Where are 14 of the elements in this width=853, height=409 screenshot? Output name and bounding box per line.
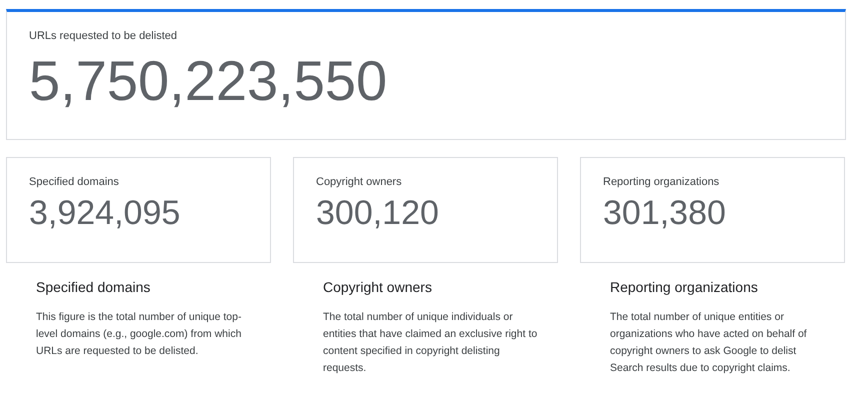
card-label: URLs requested to be delisted bbox=[29, 30, 177, 42]
card-label: Specified domains bbox=[29, 176, 119, 188]
section-title: Copyright owners bbox=[323, 279, 432, 295]
section-title: Specified domains bbox=[36, 279, 150, 295]
section-title: Reporting organizations bbox=[610, 279, 758, 295]
total-value: 5,750,223,550 bbox=[29, 50, 388, 112]
stat-value: 3,924,095 bbox=[29, 194, 180, 233]
stat-value: 301,380 bbox=[603, 194, 726, 233]
description: The total number of unique individuals or entities that have claimed an exclusive right to content specified in copyright delisting requests. bbox=[323, 310, 538, 376]
card-label: Copyright owners bbox=[316, 176, 402, 188]
card-label: Reporting organizations bbox=[603, 176, 720, 188]
description: The total number of unique entities or organizations who have acted on behalf of copyright owners to ask Google to delist Search results due to copyright claims. bbox=[610, 310, 808, 376]
description: This figure is the total number of unique top-level domains (e.g., google.com) from which URLs are requested to be delisted. bbox=[36, 310, 242, 359]
stat-value: 300,120 bbox=[316, 194, 439, 233]
